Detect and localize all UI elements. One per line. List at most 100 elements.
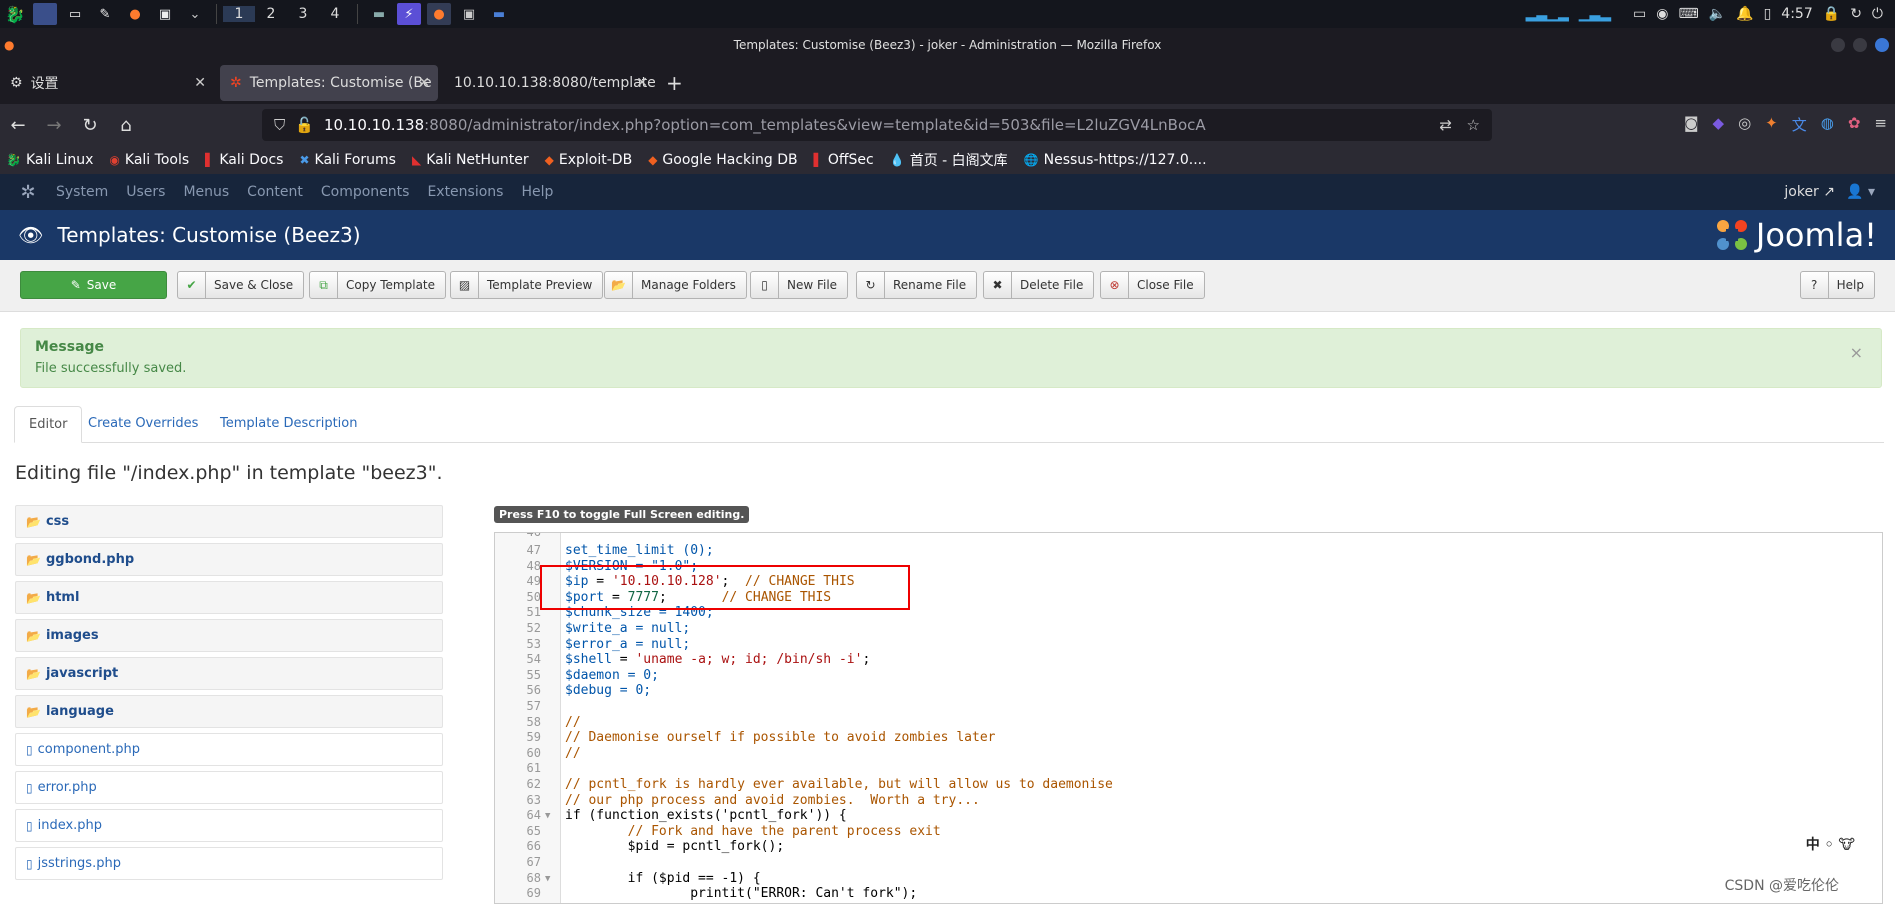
bookmark-offsec[interactable]: ▌ OffSec	[814, 152, 874, 168]
vpn-icon[interactable]: ◉	[1656, 6, 1668, 22]
folder-item[interactable]: 📂 language	[15, 695, 443, 728]
menu-users[interactable]: Users	[126, 184, 165, 200]
window-icon[interactable]: ▬	[367, 3, 391, 25]
menu-extensions[interactable]: Extensions	[427, 184, 503, 200]
folder-item[interactable]: 📂 css	[15, 505, 443, 538]
bookmark-kali-linux[interactable]: 🐉 Kali Linux	[6, 152, 93, 168]
maximize-button[interactable]	[1853, 38, 1867, 52]
url-bar[interactable]: ⛉ 🔓 10.10.10.138 :8080/administrator/ind…	[262, 109, 1492, 141]
screen-icon[interactable]: ▭	[1633, 6, 1646, 22]
file-manager-icon[interactable]: ▭	[63, 3, 87, 25]
menu-content[interactable]: Content	[247, 184, 303, 200]
translate-icon[interactable]: ⇄	[1439, 116, 1452, 134]
lock-icon[interactable]: 🔒	[1823, 6, 1840, 22]
bookmark-kali-tools[interactable]: ◉ Kali Tools	[109, 152, 189, 168]
menu-icon[interactable]: ≡	[1874, 114, 1887, 135]
reload-icon[interactable]: ↻	[72, 115, 108, 136]
workspace-1[interactable]: 1	[223, 6, 255, 22]
battery-icon[interactable]: ▯	[1764, 6, 1772, 22]
save-close-button[interactable]: ✔ Save & Close	[177, 271, 305, 299]
file-item[interactable]: ▯ error.php	[15, 771, 443, 804]
bookmark-baige[interactable]: 💧 首页 - 白阁文库	[890, 150, 1008, 170]
desktop-icon[interactable]	[33, 3, 57, 25]
tab-settings[interactable]: ⚙ 设置 ✕	[0, 65, 220, 101]
alert-close-button[interactable]: ×	[1850, 343, 1863, 362]
extension-icon[interactable]: ◍	[1821, 114, 1834, 135]
folder-item[interactable]: 📂 javascript	[15, 657, 443, 690]
delete-file-button[interactable]: ✖ Delete File	[983, 271, 1095, 299]
bookmark-star-icon[interactable]: ☆	[1467, 116, 1480, 134]
text-editor-icon[interactable]: ✎	[93, 3, 117, 25]
fold-toggle-icon[interactable]: ▼	[545, 874, 550, 884]
joomla-logo-icon[interactable]: ✲	[0, 182, 56, 203]
power-icon[interactable]: ⏻	[1872, 6, 1883, 22]
keyboard-icon[interactable]: ⌨	[1678, 6, 1698, 22]
file-item[interactable]: ▯ index.php	[15, 809, 443, 842]
chevron-down-icon[interactable]: ⌄	[183, 3, 207, 25]
terminal-window-icon[interactable]: ▣	[457, 3, 481, 25]
tab-templates-url[interactable]: 10.10.10.138:8080/templates ✕	[438, 65, 656, 101]
folder-item[interactable]: 📂 html	[15, 581, 443, 614]
manage-folders-button[interactable]: 📂 Manage Folders	[604, 271, 747, 299]
shield-icon[interactable]: ⛉	[274, 116, 285, 134]
fold-toggle-icon[interactable]: ▼	[545, 811, 550, 821]
pocket-icon[interactable]: ◙	[1684, 114, 1699, 135]
folder-window-icon[interactable]: ▬	[487, 3, 511, 25]
close-icon[interactable]: ✕	[636, 75, 648, 91]
burp-icon[interactable]: ⚡	[397, 3, 421, 25]
file-item[interactable]: ▯ component.php	[15, 733, 443, 766]
bookmark-nessus[interactable]: 🌐 Nessus-https://127.0....	[1024, 152, 1207, 168]
forward-icon[interactable]: →	[36, 115, 72, 136]
workspace-3[interactable]: 3	[287, 6, 319, 22]
close-file-button[interactable]: ⊗ Close File	[1100, 271, 1205, 299]
user-link[interactable]: joker ↗	[1784, 184, 1835, 200]
user-menu-icon[interactable]: 👤 ▾	[1846, 184, 1875, 200]
home-icon[interactable]: ⌂	[108, 115, 144, 136]
close-icon[interactable]: ✕	[194, 75, 206, 91]
close-window-button[interactable]	[1875, 38, 1889, 52]
insecure-lock-icon[interactable]: 🔓	[295, 116, 314, 134]
bookmark-exploit-db[interactable]: ◆ Exploit-DB	[545, 152, 633, 168]
close-icon[interactable]: ✕	[418, 75, 430, 91]
tab-template-description[interactable]: Template Description	[206, 406, 372, 443]
extension-icon[interactable]: ✿	[1848, 114, 1861, 135]
terminal-icon[interactable]: ▣	[153, 3, 177, 25]
folder-item[interactable]: 📂 images	[15, 619, 443, 652]
extension-icon[interactable]: ◎	[1738, 114, 1751, 135]
extension-icon[interactable]: ◆	[1713, 114, 1725, 135]
menu-help[interactable]: Help	[521, 184, 553, 200]
kali-menu-icon[interactable]: 🐉	[3, 3, 27, 25]
tab-templates[interactable]: ✲ Templates: Customise (Be ✕	[220, 65, 438, 101]
tab-create-overrides[interactable]: Create Overrides	[74, 406, 212, 443]
workspace-4[interactable]: 4	[319, 6, 351, 22]
bell-icon[interactable]: 🔔	[1736, 6, 1753, 22]
tab-editor[interactable]: Editor	[14, 406, 83, 443]
menu-menus[interactable]: Menus	[183, 184, 229, 200]
volume-icon[interactable]: 🔈	[1709, 6, 1726, 22]
folder-icon: 📂	[605, 272, 633, 298]
file-item[interactable]: ▯ jsstrings.php	[15, 847, 443, 880]
back-icon[interactable]: ←	[0, 115, 36, 136]
bookmark-kali-docs[interactable]: ▌ Kali Docs	[205, 152, 283, 168]
firefox-window-icon[interactable]: ●	[427, 3, 451, 25]
firefox-icon[interactable]: ●	[123, 3, 147, 25]
refresh-icon[interactable]: ↻	[1850, 6, 1862, 22]
folder-item[interactable]: 📂 ggbond.php	[15, 543, 443, 576]
minimize-button[interactable]	[1831, 38, 1845, 52]
copy-template-button[interactable]: ⧉ Copy Template	[309, 271, 447, 299]
bookmark-kali-forums[interactable]: ✖ Kali Forums	[299, 152, 396, 168]
template-preview-button[interactable]: ▨ Template Preview	[450, 271, 604, 299]
help-button[interactable]: ? Help	[1799, 271, 1875, 299]
rename-file-button[interactable]: ↻ Rename File	[856, 271, 978, 299]
menu-system[interactable]: System	[56, 184, 108, 200]
clock[interactable]: 4:57	[1781, 6, 1812, 22]
new-tab-button[interactable]: +	[656, 65, 693, 101]
workspace-2[interactable]: 2	[255, 6, 287, 22]
new-file-button[interactable]: ▯ New File	[750, 271, 849, 299]
bookmark-google-hacking-db[interactable]: ◆ Google Hacking DB	[648, 152, 797, 168]
translate-extension-icon[interactable]: 文	[1792, 114, 1807, 135]
menu-components[interactable]: Components	[321, 184, 410, 200]
bookmark-kali-nethunter[interactable]: ◣ Kali NetHunter	[412, 152, 529, 168]
foxyproxy-icon[interactable]: ✦	[1765, 114, 1778, 135]
save-button[interactable]: ✎ Save	[20, 271, 167, 299]
